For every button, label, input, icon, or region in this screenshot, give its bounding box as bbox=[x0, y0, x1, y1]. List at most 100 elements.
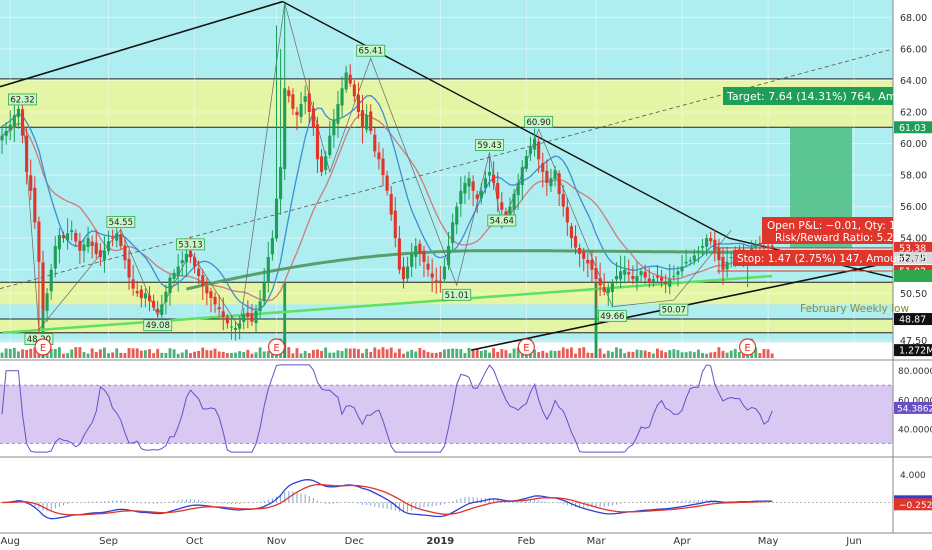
candle-body bbox=[631, 275, 635, 280]
candle-body bbox=[29, 175, 33, 191]
candle-body bbox=[74, 232, 78, 242]
pnl-box[interactable]: Open P&L: −0.01, Qty: 17 Risk/Reward Rat… bbox=[762, 217, 903, 244]
candle-body bbox=[578, 247, 582, 254]
time-tick-label: May bbox=[758, 536, 779, 547]
price-tick-label: 58.00 bbox=[900, 171, 927, 182]
volume-bar bbox=[733, 348, 737, 358]
volume-bar bbox=[123, 353, 127, 358]
candle-body bbox=[553, 170, 557, 179]
volume-bar bbox=[492, 348, 496, 358]
volume-bar bbox=[406, 351, 410, 358]
price-band-1 bbox=[0, 319, 893, 333]
candle-body bbox=[0, 135, 4, 141]
candle-body bbox=[397, 238, 401, 270]
axis-badge-label: 51.75 bbox=[899, 271, 926, 282]
stock-chart[interactable]: 62.3254.5553.1349.0848.2065.4151.0159.43… bbox=[0, 0, 932, 550]
stop-box[interactable]: Stop: 1.47 (2.75%) 147, Amount: 75 bbox=[733, 250, 928, 266]
volume-bar bbox=[651, 353, 655, 358]
volume-bar bbox=[729, 350, 733, 358]
candle-body bbox=[573, 236, 578, 248]
candle-body bbox=[98, 250, 102, 258]
volume-bar bbox=[467, 347, 471, 358]
volume-bar bbox=[676, 350, 680, 358]
earnings-marker[interactable]: E bbox=[267, 338, 286, 356]
candle-body bbox=[20, 109, 25, 136]
candle-body bbox=[541, 163, 545, 172]
candle-body bbox=[696, 250, 700, 252]
volume-bar bbox=[168, 348, 172, 358]
volume-bar bbox=[131, 348, 135, 358]
candle-body bbox=[348, 74, 352, 84]
candle-body bbox=[287, 90, 291, 97]
volume-bar bbox=[242, 352, 246, 358]
volume-bar bbox=[316, 349, 319, 358]
target-box[interactable]: Target: 7.64 (14.31%) 764, Amount: 2 bbox=[723, 87, 932, 105]
candle-body bbox=[692, 255, 696, 261]
volume-bar bbox=[635, 349, 639, 358]
candle-body bbox=[406, 266, 410, 279]
candle-body bbox=[721, 256, 725, 270]
candle-body bbox=[557, 173, 561, 194]
candle-body bbox=[533, 138, 537, 150]
candle-body bbox=[459, 190, 463, 204]
earnings-marker-label: E bbox=[744, 343, 750, 354]
volume-bar bbox=[66, 353, 70, 358]
volume-bar bbox=[172, 349, 176, 358]
candle-body bbox=[78, 240, 82, 251]
candle-body bbox=[70, 230, 74, 233]
earnings-marker[interactable]: E bbox=[34, 338, 52, 356]
rsi-pane[interactable] bbox=[0, 362, 893, 455]
candle-body bbox=[221, 311, 225, 317]
stop-label: Stop: 1.47 (2.75%) 147, Amount: 75 bbox=[737, 253, 928, 265]
candle-body bbox=[705, 238, 709, 247]
volume-bar bbox=[234, 352, 237, 358]
candle-body bbox=[197, 268, 201, 276]
volume-bar bbox=[12, 347, 16, 358]
candle-body bbox=[598, 278, 602, 286]
volume-bar bbox=[402, 353, 405, 358]
earnings-marker[interactable]: E bbox=[738, 338, 757, 356]
candle-body bbox=[176, 266, 180, 277]
macd-tick-label: 4.000 bbox=[900, 471, 926, 481]
swing-label: 60.90 bbox=[526, 118, 550, 128]
volume-bar bbox=[574, 353, 577, 358]
candle-body bbox=[651, 279, 655, 282]
candle-body bbox=[717, 248, 721, 261]
volume-bar bbox=[221, 351, 225, 358]
candle-body bbox=[86, 238, 90, 248]
candle-body bbox=[483, 178, 487, 189]
volume-bar bbox=[696, 349, 700, 358]
volume-bar bbox=[135, 348, 139, 358]
earnings-marker[interactable]: E bbox=[517, 338, 535, 356]
volume-bar bbox=[463, 352, 467, 358]
volume-bar bbox=[164, 352, 168, 358]
candle-body bbox=[426, 263, 430, 270]
candle-body bbox=[205, 286, 209, 294]
volume-bar bbox=[483, 349, 487, 358]
earnings-marker-label: E bbox=[523, 343, 529, 354]
volume-bar bbox=[479, 350, 483, 358]
volume-bar bbox=[86, 353, 90, 358]
swing-label: 50.07 bbox=[662, 306, 686, 316]
candle-body bbox=[586, 259, 590, 264]
candle-body bbox=[12, 115, 16, 128]
candle-body bbox=[365, 115, 369, 130]
volume-bar bbox=[709, 352, 713, 358]
candle-body bbox=[492, 174, 496, 183]
candle-body bbox=[729, 257, 733, 259]
candle-body bbox=[684, 261, 688, 264]
volume-bar bbox=[758, 353, 762, 358]
candle-body bbox=[53, 246, 57, 269]
volume-bar bbox=[438, 351, 442, 358]
volume-bar bbox=[500, 349, 504, 358]
candle-body bbox=[303, 96, 307, 102]
volume-bar bbox=[557, 350, 561, 358]
candle-body bbox=[668, 279, 672, 287]
volume-bar bbox=[238, 351, 242, 358]
candle-body bbox=[143, 293, 147, 299]
candle-body bbox=[8, 124, 12, 131]
candle-body bbox=[709, 238, 713, 242]
candle-body bbox=[156, 308, 160, 313]
volume-bar bbox=[348, 348, 352, 358]
candle-body bbox=[172, 272, 176, 279]
